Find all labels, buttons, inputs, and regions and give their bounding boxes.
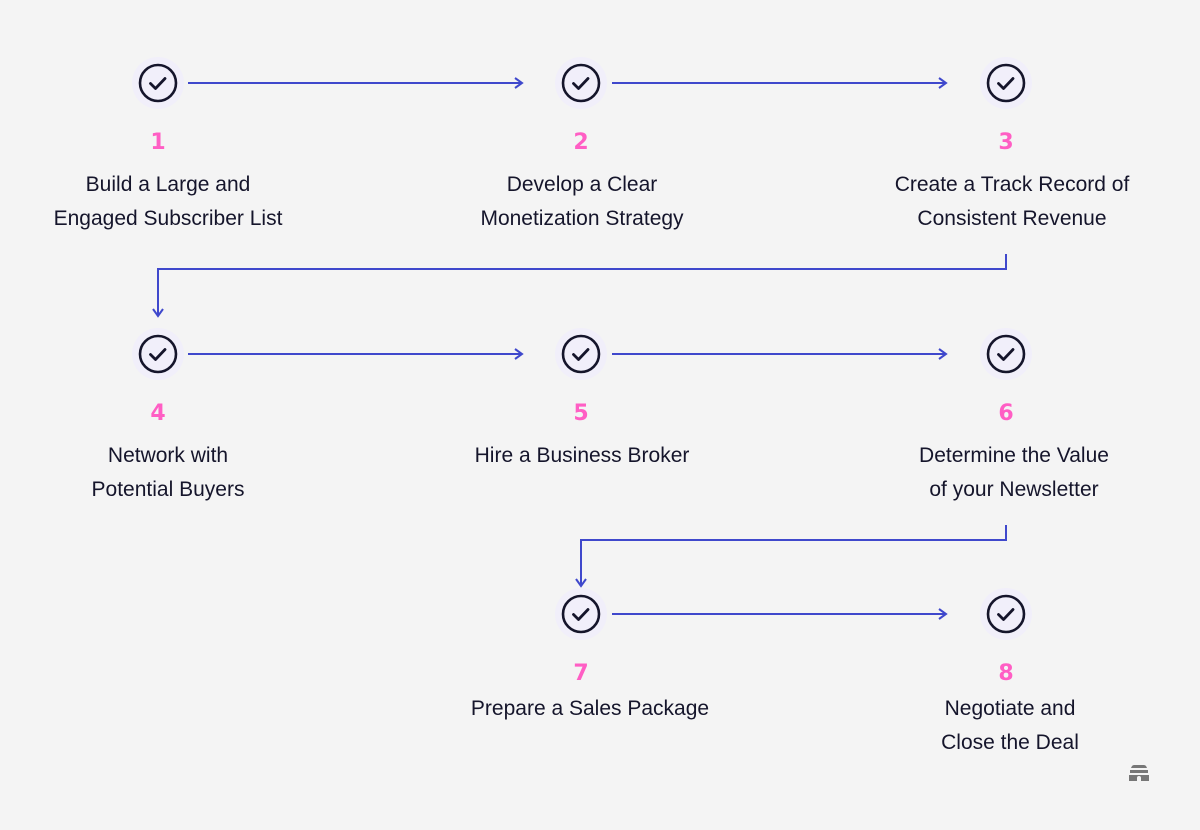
step-node-5 bbox=[555, 328, 607, 380]
step-number: 3 bbox=[998, 130, 1014, 155]
check-circle-icon bbox=[986, 594, 1026, 634]
step-label: Develop a Clear Monetization Strategy bbox=[480, 173, 684, 230]
check-circle-icon bbox=[138, 63, 178, 103]
step-number: 4 bbox=[150, 401, 166, 426]
step-number: 7 bbox=[573, 661, 589, 686]
check-circle-icon bbox=[561, 63, 601, 103]
step-number: 6 bbox=[998, 401, 1014, 426]
step-node-3 bbox=[980, 57, 1032, 109]
step-label: Determine the Value of your Newsletter bbox=[919, 444, 1109, 501]
step-label: Create a Track Record of Consistent Reve… bbox=[894, 173, 1130, 230]
check-circle-icon bbox=[986, 63, 1026, 103]
step-node-8 bbox=[980, 588, 1032, 640]
step-node-4 bbox=[132, 328, 184, 380]
step-number: 2 bbox=[573, 130, 589, 155]
arrow-6-7 bbox=[575, 525, 1007, 588]
beehive-logo-icon bbox=[1128, 763, 1150, 788]
check-circle-icon bbox=[561, 334, 601, 374]
step-label: Hire a Business Broker bbox=[474, 444, 690, 467]
check-circle-icon bbox=[561, 594, 601, 634]
step-number: 1 bbox=[150, 130, 166, 155]
arrow-3-4 bbox=[152, 254, 1007, 318]
step-label: Prepare a Sales Package bbox=[470, 697, 710, 720]
step-label: Network with Potential Buyers bbox=[91, 444, 245, 501]
step-number: 8 bbox=[998, 661, 1014, 686]
step-number: 5 bbox=[573, 401, 589, 426]
check-circle-icon bbox=[986, 334, 1026, 374]
step-label: Build a Large and Engaged Subscriber Lis… bbox=[53, 173, 283, 230]
step-node-6 bbox=[980, 328, 1032, 380]
step-node-7 bbox=[555, 588, 607, 640]
step-node-1 bbox=[132, 57, 184, 109]
step-label: Negotiate and Close the Deal bbox=[941, 697, 1079, 754]
step-node-2 bbox=[555, 57, 607, 109]
check-circle-icon bbox=[138, 334, 178, 374]
